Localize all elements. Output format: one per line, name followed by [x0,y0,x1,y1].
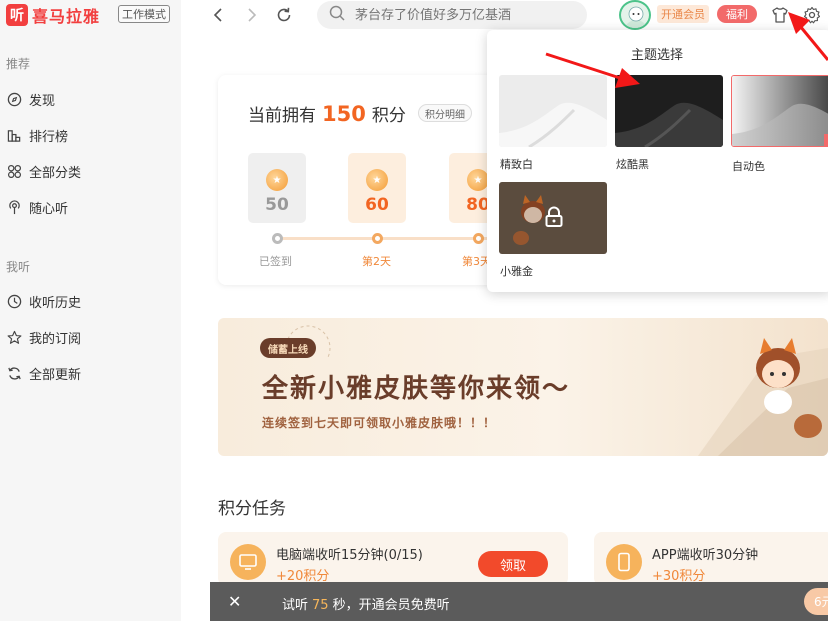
progress-dot [372,233,383,244]
task-name: 电脑端收听15分钟(0/15) [276,548,423,563]
logo-mark-icon: 听 [6,4,28,26]
banner-subtitle: 连续签到七天即可领取小雅皮肤哦！！！ [262,416,497,430]
coin-icon: ★ [366,169,388,191]
trial-suffix: 秒，开通会员免费听 [332,598,450,613]
close-icon[interactable]: ✕ [228,592,241,611]
points-prefix: 当前拥有 [248,106,316,126]
sidebar-item-label: 排行榜 [29,129,69,145]
radio-icon [6,199,22,215]
task-name: APP端收听30分钟 [652,548,759,563]
phone-icon [606,544,642,580]
theme-option-gold[interactable] [499,182,607,254]
back-arrow-icon[interactable] [207,4,229,26]
points-card: 当前拥有 150 积分 积分明细 ★ 50 ★ 60 ★ 80 已签到 第2天 … [218,75,508,285]
claim-button[interactable]: 领取 [478,551,548,577]
progress-dot [473,233,484,244]
sidebar-item-history[interactable]: 收听历史 [6,291,81,311]
points-summary: 当前拥有 150 积分 [248,101,406,126]
sidebar-item-radio[interactable]: 随心听 [6,197,68,217]
sidebar-item-label: 全部更新 [29,367,82,383]
grid-icon [6,163,22,179]
sidebar-item-label: 收听历史 [29,295,82,311]
progress-dot [272,233,283,244]
sidebar-item-label: 发现 [29,93,56,109]
coin-icon: ★ [467,169,489,191]
promo-banner[interactable]: 储蓄上线 全新小雅皮肤等你来领～ 连续签到七天即可领取小雅皮肤哦！！！ [218,318,828,456]
banner-tag: 储蓄上线 [260,338,316,358]
trial-vip-button[interactable]: 6元 [804,588,828,615]
reload-icon[interactable] [273,4,295,26]
sidebar-item-label: 我的订阅 [29,331,82,347]
task-card-pc-listen: 电脑端收听15分钟(0/15) +20积分 领取 [218,532,568,586]
checkin-day-2[interactable]: ★ 60 [348,153,406,223]
ranking-icon [6,127,22,143]
work-mode-button[interactable]: 工作模式 [118,5,170,23]
points-detail-button[interactable]: 积分明细 [418,104,472,122]
section-label-recommend: 推荐 [6,57,31,71]
search-box[interactable] [317,1,587,29]
theme-label: 精致白 [500,158,533,171]
refresh-icon [6,365,22,381]
sidebar-item-label: 随心听 [29,201,69,217]
mascot-illustration [698,338,828,456]
sidebar: 听 喜马拉雅 工作模式 推荐 发现 排行榜 全部分类 随心听 我听 收听历史 我… [0,0,181,621]
open-vip-button[interactable]: 开通会员 [657,5,709,23]
theme-label: 自动色 [732,160,765,173]
tasks-title: 积分任务 [218,499,286,519]
sidebar-item-categories[interactable]: 全部分类 [6,161,81,181]
top-bar: 开通会员 福利 [181,0,828,30]
trial-bar: ✕ 试听 75 秒，开通会员免费听 6元 [210,582,828,621]
sidebar-item-subscriptions[interactable]: 我的订阅 [6,327,81,347]
monitor-icon [230,544,266,580]
forward-arrow-icon[interactable] [241,4,263,26]
trial-prefix: 试听 [282,598,309,613]
compass-icon [6,91,22,107]
logo-text: 喜马拉雅 [32,7,101,26]
tshirt-skin-icon[interactable] [769,4,791,26]
theme-option-white[interactable] [499,75,607,147]
trial-seconds: 75 [312,598,329,613]
theme-label: 炫酷黑 [616,158,649,171]
theme-option-black[interactable] [615,75,723,147]
trial-text: 试听 75 秒，开通会员免费听 [282,594,450,613]
theme-popup: 主题选择 精致白 炫酷黑 自动色 小雅金 [487,30,828,292]
lock-icon [545,206,563,227]
section-label-mine: 我听 [6,260,31,274]
task-card-app-listen: APP端收听30分钟 +30积分 [594,532,828,586]
sidebar-item-discover[interactable]: 发现 [6,89,55,109]
sidebar-item-ranking[interactable]: 排行榜 [6,125,68,145]
banner-title: 全新小雅皮肤等你来领～ [262,374,571,404]
checkin-day-label: 第2天 [362,255,391,268]
search-icon [329,5,345,25]
theme-option-auto[interactable] [731,75,828,147]
checkin-day-value: 50 [265,195,289,215]
checkin-day-1[interactable]: ★ 50 [248,153,306,223]
app-logo[interactable]: 听 喜马拉雅 [6,4,100,26]
theme-label: 小雅金 [500,265,533,278]
avatar[interactable] [619,0,651,30]
benefit-button[interactable]: 福利 [717,5,757,23]
points-value: 150 [322,102,366,126]
theme-popup-title: 主题选择 [630,48,683,63]
search-input[interactable] [355,7,565,23]
gear-icon[interactable] [801,4,823,26]
checkin-day-value: 60 [365,195,389,215]
clock-icon [6,293,22,309]
coin-icon: ★ [266,169,288,191]
points-suffix: 积分 [371,106,406,126]
sidebar-item-updates[interactable]: 全部更新 [6,363,81,383]
sidebar-item-label: 全部分类 [29,165,82,181]
checkin-day-label: 已签到 [259,255,292,268]
star-icon [6,329,22,345]
